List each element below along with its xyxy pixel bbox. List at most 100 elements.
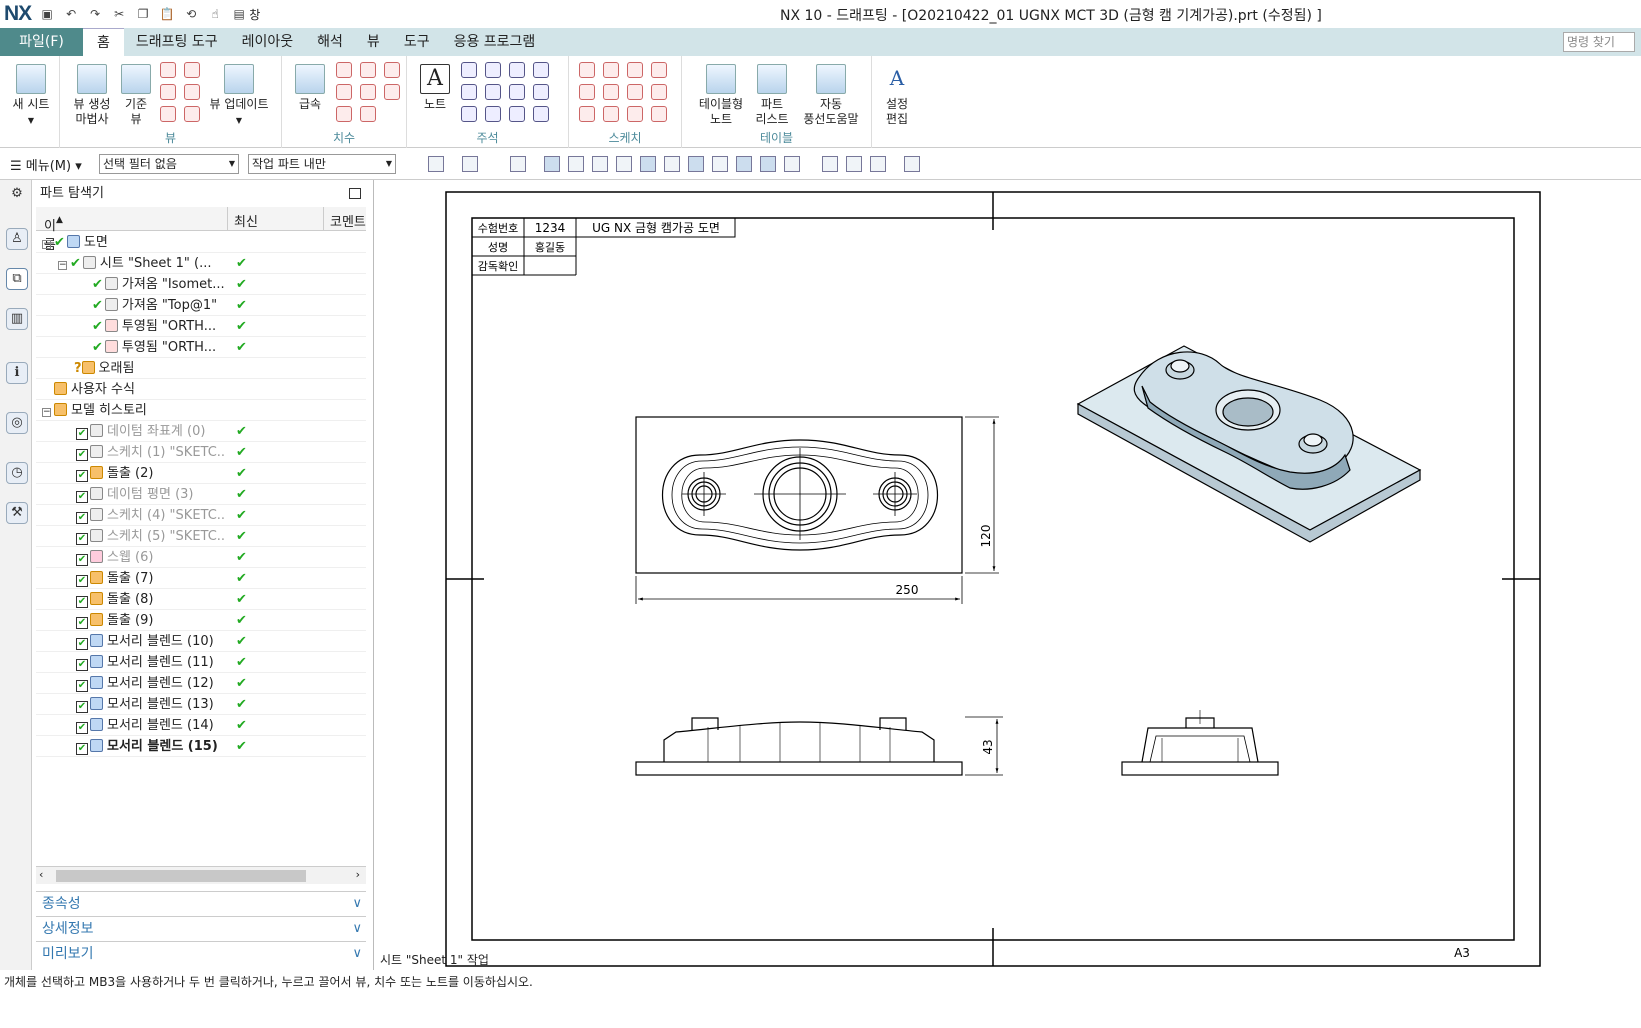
collapse-icon[interactable]: − [58, 261, 67, 270]
checkbox-checked-icon[interactable]: ✔ [76, 722, 88, 734]
reuse-library-icon[interactable]: ▥ [6, 308, 28, 330]
perimeter-dimension-icon[interactable] [336, 106, 352, 122]
base-view-button[interactable]: 기준 뷰 [118, 60, 154, 127]
selection-filter-dropdown[interactable]: 선택 필터 없음 [99, 154, 239, 174]
hd3d-tools-icon[interactable]: ℹ [6, 362, 28, 384]
repeat-command-icon[interactable]: ⟲ [183, 6, 199, 22]
checkbox-checked-icon[interactable]: ✔ [76, 512, 88, 524]
tabular-note-button[interactable]: 테이블형 노트 [692, 60, 750, 127]
select-region-icon[interactable] [510, 156, 526, 172]
checkbox-checked-icon[interactable]: ✔ [76, 617, 88, 629]
tree-row-feature[interactable]: ✔ 돌출 (7) ✔ [36, 568, 366, 589]
tree-row-sheet[interactable]: − ✔ 시트 "Sheet 1" (... ✔ [36, 253, 366, 274]
view-options-icon[interactable] [904, 156, 920, 172]
point-on-surface-icon[interactable] [760, 156, 776, 172]
copy-icon[interactable]: ❐ [135, 6, 151, 22]
section-view-icon[interactable] [184, 84, 200, 100]
arc-icon[interactable] [651, 62, 667, 78]
polygon-icon[interactable] [651, 84, 667, 100]
symbol-icon[interactable] [509, 106, 525, 122]
selection-scope-dropdown[interactable]: 작업 파트 내만 [248, 154, 396, 174]
area-fill-icon[interactable] [533, 84, 549, 100]
quadrant-point-icon[interactable] [688, 156, 704, 172]
window-menu[interactable]: 창 [249, 6, 260, 23]
settings-gear-icon[interactable]: ⚙ [6, 184, 28, 206]
tab-file[interactable]: 파일(F) [0, 28, 83, 56]
line-icon[interactable] [627, 62, 643, 78]
tab-layout[interactable]: 레이아웃 [230, 28, 306, 56]
checkbox-checked-icon[interactable]: ✔ [76, 533, 88, 545]
control-point-icon[interactable] [616, 156, 632, 172]
view-break-icon[interactable] [184, 106, 200, 122]
arc-length-dimension-icon[interactable] [384, 84, 400, 100]
graphics-window[interactable]: 수험번호 1234 UG NX 금형 캠가공 도면 성명 홍길동 감독확인 25… [374, 180, 1641, 970]
chamfer-dimension-icon[interactable] [336, 84, 352, 100]
tab-applications[interactable]: 응용 프로그램 [442, 28, 548, 56]
tree-row-feature[interactable]: ✔ 스웹 (6) ✔ [36, 547, 366, 568]
break-view-icon[interactable] [160, 106, 176, 122]
tree-row-feature[interactable]: ✔ 스케치 (5) "SKETC... ✔ [36, 526, 366, 547]
datum-feature-icon[interactable] [485, 62, 501, 78]
feature-control-frame-icon[interactable] [461, 62, 477, 78]
tab-analysis[interactable]: 해석 [305, 28, 355, 56]
touch-mode-icon[interactable]: ☝ [207, 6, 223, 22]
surface-finish-icon[interactable] [461, 84, 477, 100]
edit-settings-button[interactable]: A 설정 편집 [876, 60, 918, 127]
preview-panel[interactable]: 미리보기 ∨ [36, 941, 366, 965]
ellipse-icon[interactable] [579, 106, 595, 122]
mid-point-icon[interactable] [592, 156, 608, 172]
linear-dimension-icon[interactable] [336, 62, 352, 78]
angular-dimension-icon[interactable] [384, 62, 400, 78]
circle-icon[interactable] [579, 84, 595, 100]
tree-row-feature[interactable]: ✔ 돌출 (2) ✔ [36, 463, 366, 484]
tree-row-model-history[interactable]: − 모델 히스토리 [36, 400, 366, 421]
history-icon[interactable]: ◷ [6, 462, 28, 484]
tree-row-view[interactable]: ✔ 가져옴 "Isomet... ✔ [36, 274, 366, 295]
tree-row-user-expressions[interactable]: 사용자 수식 [36, 379, 366, 400]
checkbox-checked-icon[interactable]: ✔ [76, 680, 88, 692]
weld-symbol-icon[interactable] [485, 84, 501, 100]
checkbox-checked-icon[interactable]: ✔ [76, 743, 88, 755]
column-latest[interactable]: 최신 [234, 211, 258, 230]
end-point-icon[interactable] [568, 156, 584, 172]
maximize-icon[interactable] [349, 188, 361, 199]
cut-icon[interactable]: ✂ [111, 6, 127, 22]
display-sheet-icon[interactable] [870, 156, 886, 172]
tree-row-view[interactable]: ✔ 투영됨 "ORTH... ✔ [36, 337, 366, 358]
detail-view-icon[interactable] [184, 62, 200, 78]
save-icon[interactable]: ▣ [39, 6, 55, 22]
details-panel[interactable]: 상세정보 ∨ [36, 916, 366, 940]
intersection-symbol-icon[interactable] [533, 106, 549, 122]
enable-snap-point-icon[interactable] [544, 156, 560, 172]
scrollbar-thumb[interactable] [56, 870, 306, 882]
tree-row-feature-current[interactable]: ✔ 모서리 블렌드 (15) ✔ [36, 736, 366, 757]
tab-drafting-tools[interactable]: 드래프팅 도구 [124, 28, 230, 56]
cross-hatch-icon[interactable] [509, 62, 525, 78]
column-comment[interactable]: 코멘트 [330, 211, 366, 230]
checkbox-checked-icon[interactable]: ✔ [76, 491, 88, 503]
tree-row-feature[interactable]: ✔ 스케치 (4) "SKETC... ✔ [36, 505, 366, 526]
projected-view-icon[interactable] [160, 62, 176, 78]
studio-spline-icon[interactable] [627, 84, 643, 100]
tab-view[interactable]: 뷰 [355, 28, 392, 56]
point-on-curve-icon[interactable] [736, 156, 752, 172]
tree-row-view[interactable]: ✔ 가져옴 "Top@1" ✔ [36, 295, 366, 316]
collapse-icon[interactable]: − [42, 408, 51, 417]
profile-icon[interactable] [579, 62, 595, 78]
tree-row-feature[interactable]: ✔ 데이텀 좌표계 (0) ✔ [36, 421, 366, 442]
checkbox-checked-icon[interactable]: ✔ [76, 449, 88, 461]
update-views-button[interactable]: 뷰 업데이트 ▼ [204, 60, 274, 128]
intersection-point-icon[interactable] [640, 156, 656, 172]
tree-row-view[interactable]: ✔ 투영됨 "ORTH... ✔ [36, 316, 366, 337]
snap-icon[interactable] [462, 156, 478, 172]
tree-row-feature[interactable]: ✔ 돌출 (9) ✔ [36, 610, 366, 631]
tree-row-out-of-date[interactable]: ? 오래됨 [36, 358, 366, 379]
checkbox-checked-icon[interactable]: ✔ [76, 701, 88, 713]
checkbox-checked-icon[interactable]: ✔ [76, 575, 88, 587]
point-icon[interactable] [603, 84, 619, 100]
rectangle-icon[interactable] [603, 62, 619, 78]
existing-point-icon[interactable] [712, 156, 728, 172]
bounded-grid-point-icon[interactable] [784, 156, 800, 172]
tree-row-feature[interactable]: ✔ 모서리 블렌드 (14) ✔ [36, 715, 366, 736]
checkbox-checked-icon[interactable]: ✔ [76, 428, 88, 440]
